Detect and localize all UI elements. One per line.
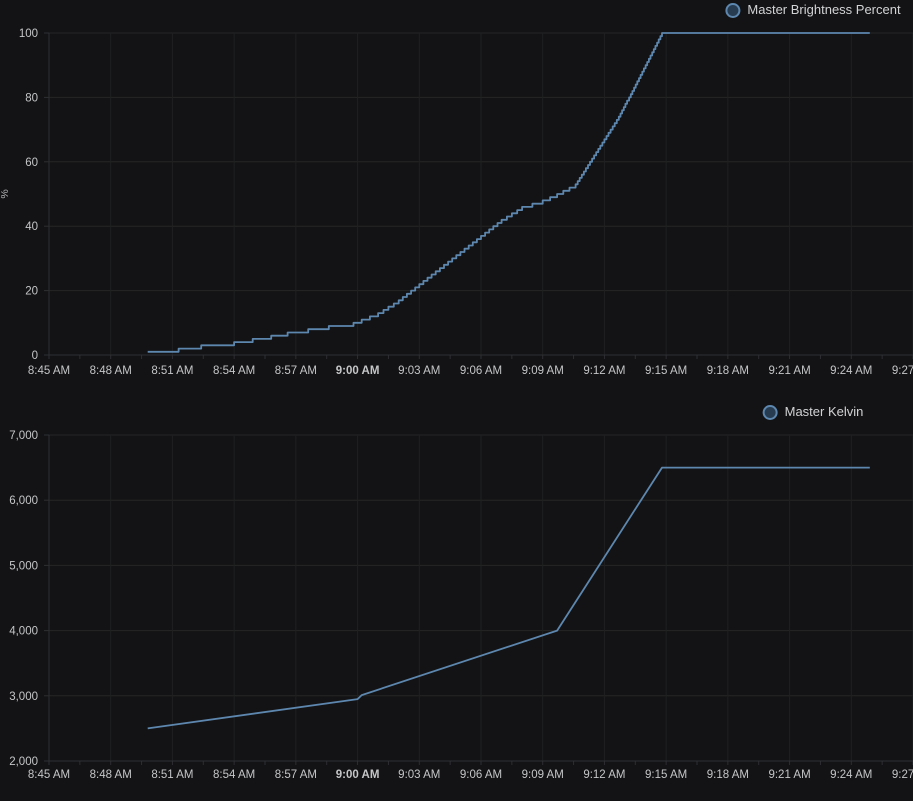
x-tick-label: 8:45 AM [28,769,70,781]
x-tick-label: 8:51 AM [151,365,193,377]
x-tick-label: 9:09 AM [522,365,564,377]
kelvin-chart-panel: Master Kelvin 2,0003,0004,0005,0006,0007… [0,390,913,801]
x-tick-label: 8:57 AM [275,365,317,377]
x-tick-label: 9:00 AM [336,365,380,377]
x-tick-label: 9:03 AM [398,769,440,781]
y-tick-label: 3,000 [9,691,38,703]
y-tick-label: 5,000 [9,560,38,572]
x-tick-label: 8:57 AM [275,769,317,781]
x-tick-label: 9:06 AM [460,365,502,377]
y-tick-label: 100 [19,28,38,40]
kelvin-plot-area[interactable]: 2,000 3,000 4,000 5,000 6,000 7,000 8:45 AM 8:4… [0,390,913,801]
x-tick-label: 8:51 AM [151,769,193,781]
x-tick-label: 8:54 AM [213,365,255,377]
y-tick-label: 4,000 [9,626,38,638]
brightness-chart-panel: Master Brightness Percent 0204060801008:… [0,0,913,390]
x-tick-label: 9:18 AM [707,365,749,377]
x-tick-label: 9:12 AM [583,769,625,781]
x-tick-label: 9:03 AM [398,365,440,377]
x-tick-label: 9:06 AM [460,769,502,781]
x-tick-label: 8:54 AM [213,769,255,781]
x-tick-label: 8:48 AM [90,769,132,781]
x-tick-label: 9:27 AM [892,769,913,781]
y-tick-label: 40 [25,221,38,233]
y-tick-label: 7,000 [9,430,38,442]
brightness-plot-area[interactable]: 0 20 40 60 80 100 8:45 AM 8:48 AM 8:51 AM 8:54 AM… [0,0,913,390]
y-tick-label: 20 [25,286,38,298]
x-tick-label: 9:15 AM [645,365,687,377]
x-tick-label: 9:24 AM [830,769,872,781]
y-tick-label: 60 [25,157,38,169]
y-tick-label: 0 [32,350,38,362]
y-tick-label: 80 [25,92,38,104]
series-line [148,468,870,729]
y-axis-unit-label: % [0,189,11,198]
y-tick-label: 2,000 [9,756,38,768]
dashboard: Master Brightness Percent 0204060801008:… [0,0,913,801]
x-tick-label: 9:09 AM [522,769,564,781]
y-tick-label: 6,000 [9,495,38,507]
x-tick-label: 9:18 AM [707,769,749,781]
x-tick-label: 9:00 AM [336,769,380,781]
x-tick-label: 8:48 AM [90,365,132,377]
x-tick-label: 9:27 AM [892,365,913,377]
x-tick-label: 9:12 AM [583,365,625,377]
x-tick-label: 9:21 AM [768,769,810,781]
x-tick-label: 9:24 AM [830,365,872,377]
x-tick-label: 9:21 AM [768,365,810,377]
x-tick-label: 8:45 AM [28,365,70,377]
series-line [148,33,870,352]
x-tick-label: 9:15 AM [645,769,687,781]
